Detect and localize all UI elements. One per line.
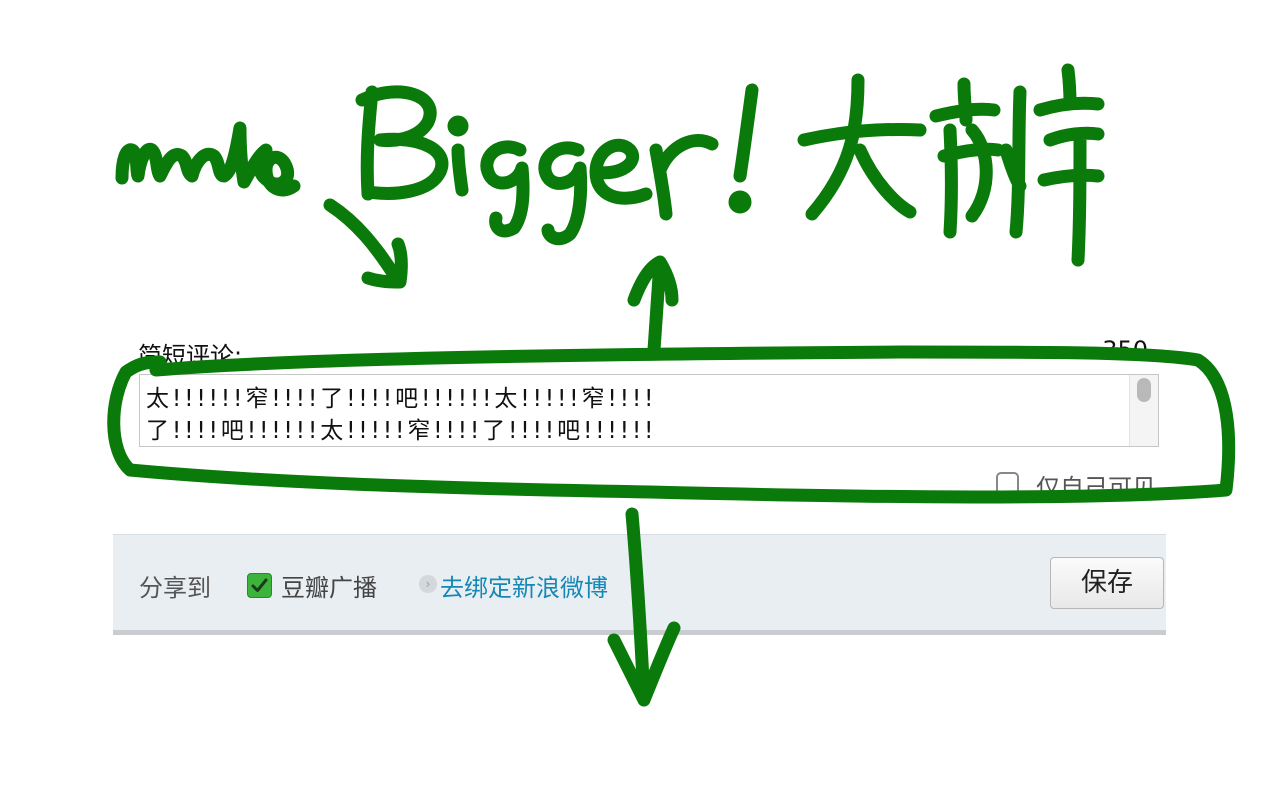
annotation-arrow-down-left bbox=[323, 198, 403, 285]
private-label[interactable]: 仅自己可见 bbox=[1036, 468, 1156, 503]
annotation-char-ban bbox=[929, 63, 1105, 267]
char-count: 350 bbox=[1102, 336, 1148, 364]
douban-broadcast-label[interactable]: 豆瓣广播 bbox=[281, 568, 377, 603]
screenshot-stage: 简短评论: 350 太!!!!!!窄!!!!了!!!!吧!!!!!!太!!!!!… bbox=[0, 0, 1280, 800]
comment-label: 简短评论: bbox=[138, 342, 243, 370]
annotation-exclamation bbox=[733, 83, 759, 183]
share-bar-divider bbox=[113, 630, 1166, 635]
chevron-right-icon: › bbox=[419, 575, 437, 593]
checkmark-icon bbox=[251, 578, 268, 592]
textarea-scrollbar[interactable] bbox=[1129, 375, 1158, 446]
comment-textarea[interactable]: 太!!!!!!窄!!!!了!!!!吧!!!!!!太!!!!!窄!!!! 了!!!… bbox=[139, 374, 1159, 447]
comment-label-row: 简短评论: 350 bbox=[138, 334, 1148, 370]
share-bar: 分享到 豆瓣广播 › 去绑定新浪微博 保存 bbox=[113, 534, 1166, 633]
annotation-letter-g2 bbox=[538, 141, 588, 246]
share-to-label: 分享到 bbox=[139, 574, 211, 602]
scrollbar-thumb[interactable] bbox=[1137, 378, 1151, 402]
annotation-letter-r bbox=[649, 134, 719, 221]
private-checkbox[interactable] bbox=[996, 472, 1019, 495]
annotation-letter-e bbox=[589, 138, 653, 205]
douban-broadcast-checkbox[interactable] bbox=[247, 573, 272, 598]
bind-weibo-link[interactable]: 去绑定新浪微博 bbox=[440, 568, 608, 603]
save-button[interactable]: 保存 bbox=[1050, 557, 1164, 609]
annotation-letter-i bbox=[451, 143, 469, 197]
annotation-word-make bbox=[115, 121, 301, 197]
annotation-letter-B bbox=[355, 85, 449, 201]
annotation-char-da bbox=[797, 73, 927, 221]
annotation-letter-g bbox=[480, 140, 530, 238]
comment-textarea-text: 太!!!!!!窄!!!!了!!!!吧!!!!!!太!!!!!窄!!!! 了!!!… bbox=[146, 386, 657, 444]
